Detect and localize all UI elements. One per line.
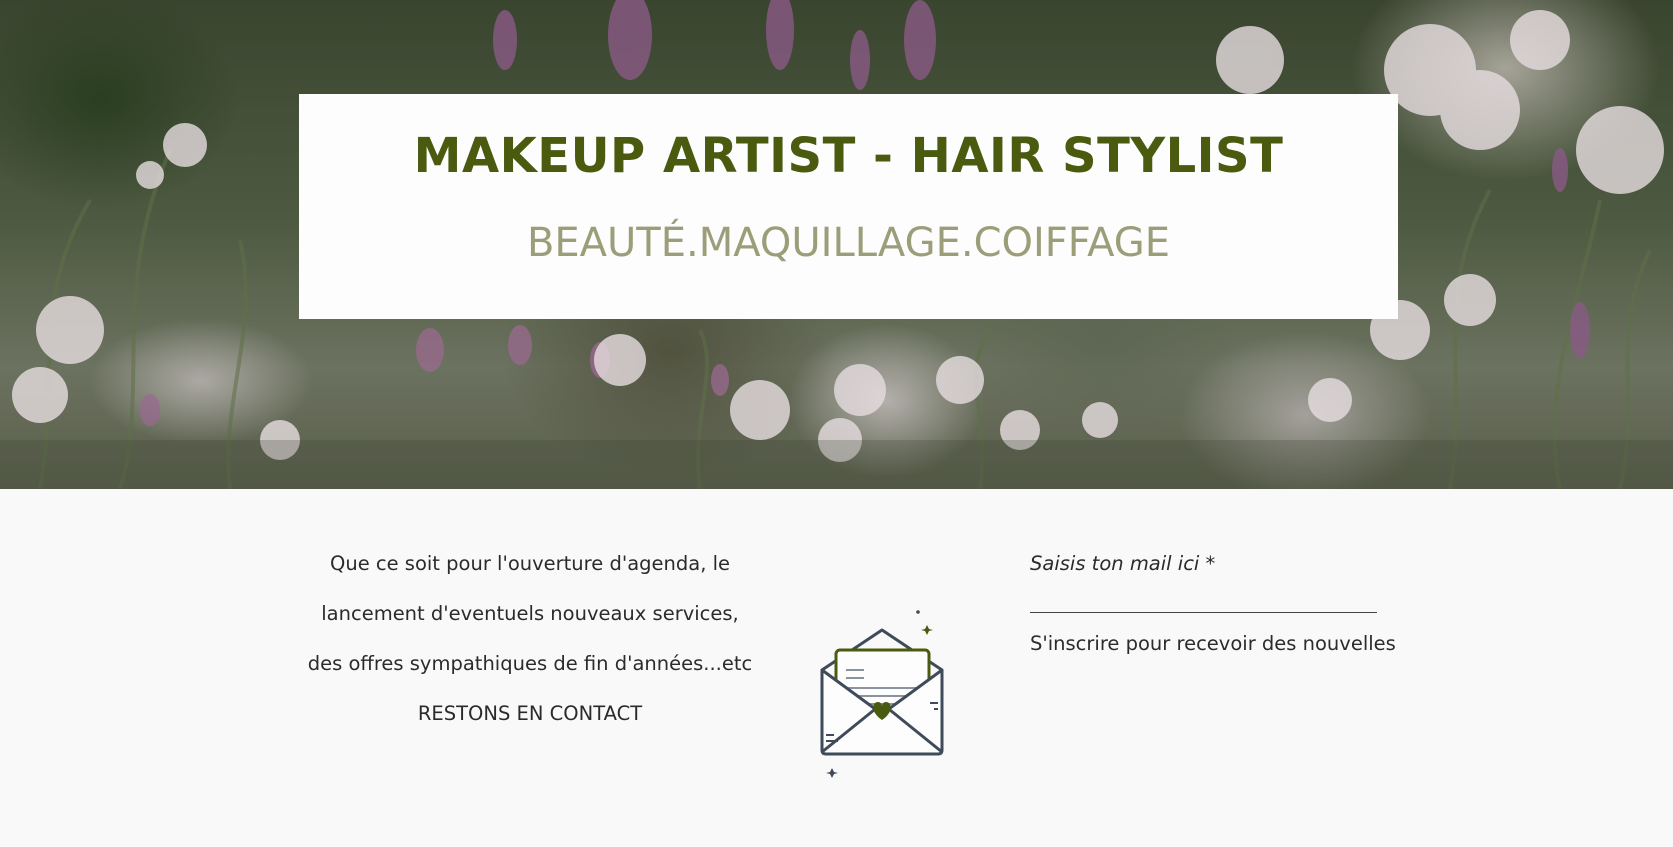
email-field-label: Saisis ton mail ici * bbox=[1030, 552, 1216, 575]
subscribe-button[interactable]: S'inscrire pour recevoir des nouvelles bbox=[1030, 631, 1396, 657]
site-title: MAKEUP ARTIST - HAIR STYLIST bbox=[413, 128, 1284, 184]
newsletter-description: Que ce soit pour l'ouverture d'agenda, l… bbox=[300, 545, 760, 745]
newsletter-text-line: lancement d'eventuels nouveaux services, bbox=[321, 602, 739, 625]
open-envelope-heart-icon bbox=[812, 602, 954, 786]
newsletter-text-line: des offres sympathiques de fin d'années.… bbox=[307, 652, 753, 675]
newsletter-form: Saisis ton mail ici * S'inscrire pour re… bbox=[1030, 545, 1396, 657]
email-field[interactable] bbox=[1030, 583, 1377, 613]
newsletter-cta-text: RESTONS EN CONTACT bbox=[417, 702, 643, 725]
title-card: MAKEUP ARTIST - HAIR STYLIST BEAUTÉ.MAQU… bbox=[299, 94, 1398, 319]
site-tagline: BEAUTÉ.MAQUILLAGE.COIFFAGE bbox=[526, 220, 1171, 266]
newsletter-text-line: Que ce soit pour l'ouverture d'agenda, l… bbox=[329, 552, 731, 575]
hero-banner: MAKEUP ARTIST - HAIR STYLIST BEAUTÉ.MAQU… bbox=[0, 0, 1673, 489]
